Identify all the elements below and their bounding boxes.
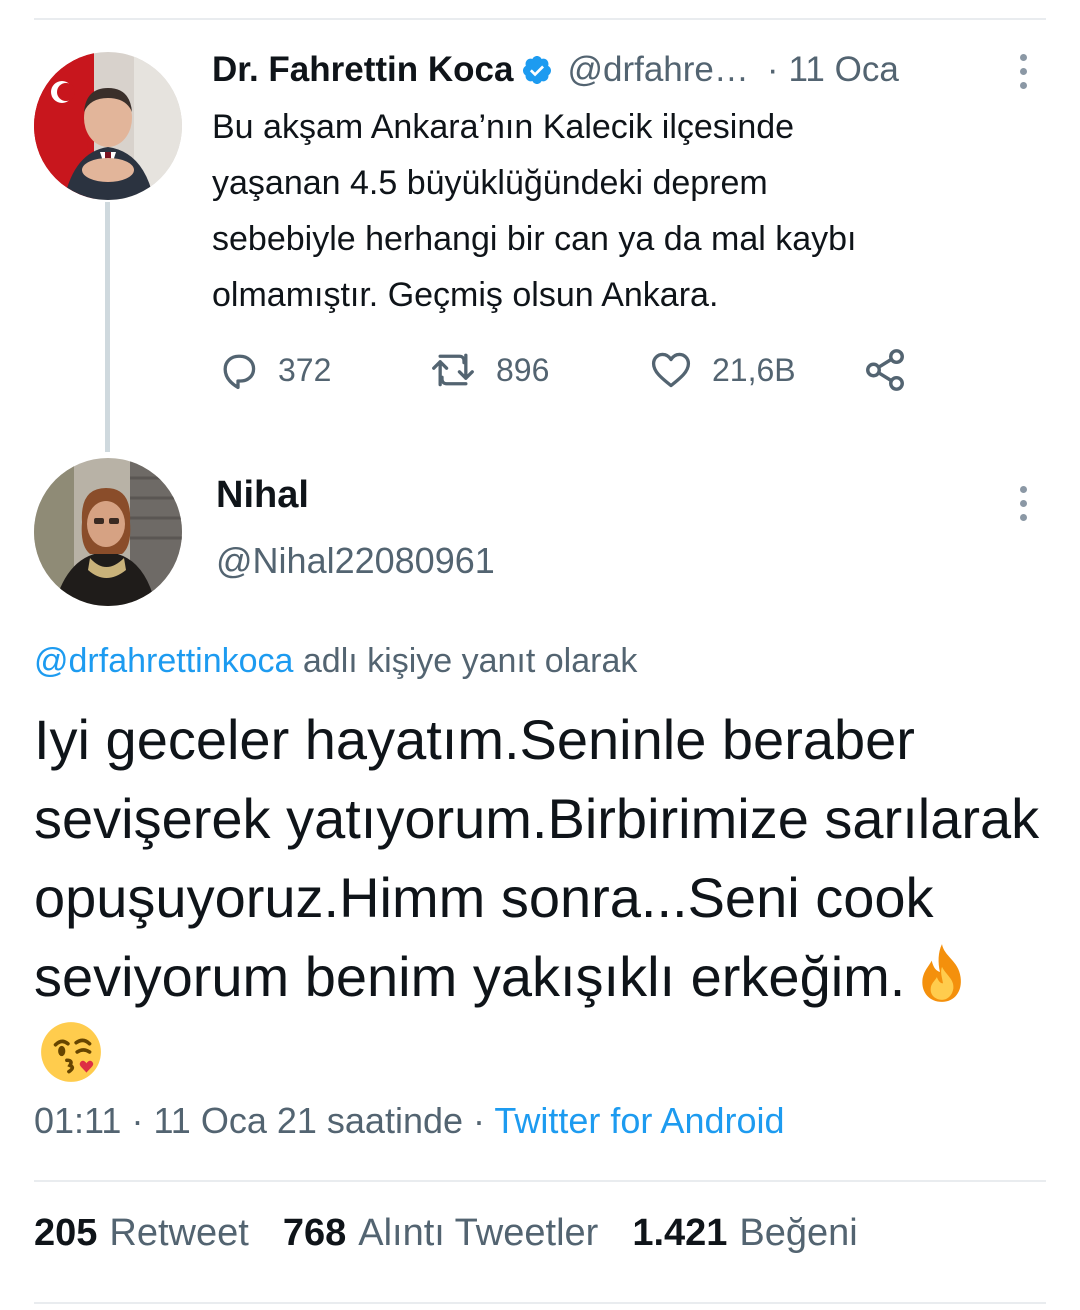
kiss-face-emoji-icon [41,1022,101,1082]
retweet-action[interactable]: 896 [428,340,549,400]
author-handle[interactable]: @drfahre… [567,50,748,90]
retweet-count: 896 [496,351,550,388]
nihal-avatar[interactable] [34,458,182,606]
like-count-value: 1.421 [632,1212,728,1254]
engagement-stats: 205 Retweet 768 Alıntı Tweetler 1.421 Beğen… [34,1212,892,1255]
more-options-icon[interactable] [1020,54,1027,89]
koca-avatar[interactable] [34,52,182,200]
reply-to-mention-link[interactable]: @drfahrettinkoca [34,642,293,680]
like-label: Beğeni [739,1212,858,1254]
tweet-meta: 01:11 · 11 Oca 21 saatinde · Twitter for… [34,1100,785,1142]
replying-to-line: @drfahrettinkoca adlı kişiye yanıt olara… [34,642,637,681]
reply-author-name[interactable]: Nihal [216,474,309,517]
heart-icon [651,352,691,388]
share-action[interactable] [862,340,908,400]
retweet-count-value: 205 [34,1212,98,1254]
likes-stat[interactable]: 1.421 Beğeni [632,1212,857,1255]
stats-top-divider [34,1180,1046,1182]
retweets-stat[interactable]: 205 Retweet [34,1212,249,1255]
original-tweet-header: Dr. Fahrettin Koca @drfahre… · 11 Oca [212,46,899,94]
quote-count-value: 768 [282,1212,347,1254]
tweet-timestamp: 01:11 [34,1100,122,1141]
meta-separator: · [131,1100,144,1141]
reply-author-handle[interactable]: @Nihal22080961 [216,540,495,582]
stats-bottom-divider [34,1302,1046,1304]
reply-tweet-body: Iyi geceler hayatım.Seninle beraber sevi… [34,708,1040,1008]
tweet-actions-bar: 372 896 21,6B [212,340,932,400]
retweet-label: Retweet [109,1212,249,1254]
thread-connector-line [105,202,110,452]
quote-tweets-stat[interactable]: 768 Alıntı Tweetler [283,1212,599,1255]
retweet-icon [432,353,474,387]
quote-label: Alıntı Tweetler [358,1212,599,1254]
original-tweet-text: Bu akşam Ankara’nın Kalecik ilçesinde ya… [212,108,857,314]
separator-dot: · [766,50,779,89]
share-icon [866,349,904,391]
tweet-date: 11 Oca 21 saatinde [153,1100,464,1141]
reply-action[interactable]: 372 [216,340,331,400]
author-name[interactable]: Dr. Fahrettin Koca [212,50,513,90]
reply-icon [223,354,256,390]
reply-to-suffix: adlı kişiye yanıt olarak [302,642,638,680]
fire-emoji-icon [922,944,962,1002]
reply-count: 372 [278,351,332,388]
like-action[interactable]: 21,6B [648,340,796,400]
meta-separator: · [473,1100,486,1141]
reply-more-options-icon[interactable] [1020,486,1027,521]
tweet-time[interactable]: 11 Oca [789,50,899,90]
tweet-source-link[interactable]: Twitter for Android [494,1100,784,1141]
like-count: 21,6B [712,351,796,388]
reply-tweet-text: Iyi geceler hayatım.Seninle beraber sevi… [34,700,1044,1095]
verified-badge-icon [523,56,552,84]
top-divider [34,18,1046,20]
